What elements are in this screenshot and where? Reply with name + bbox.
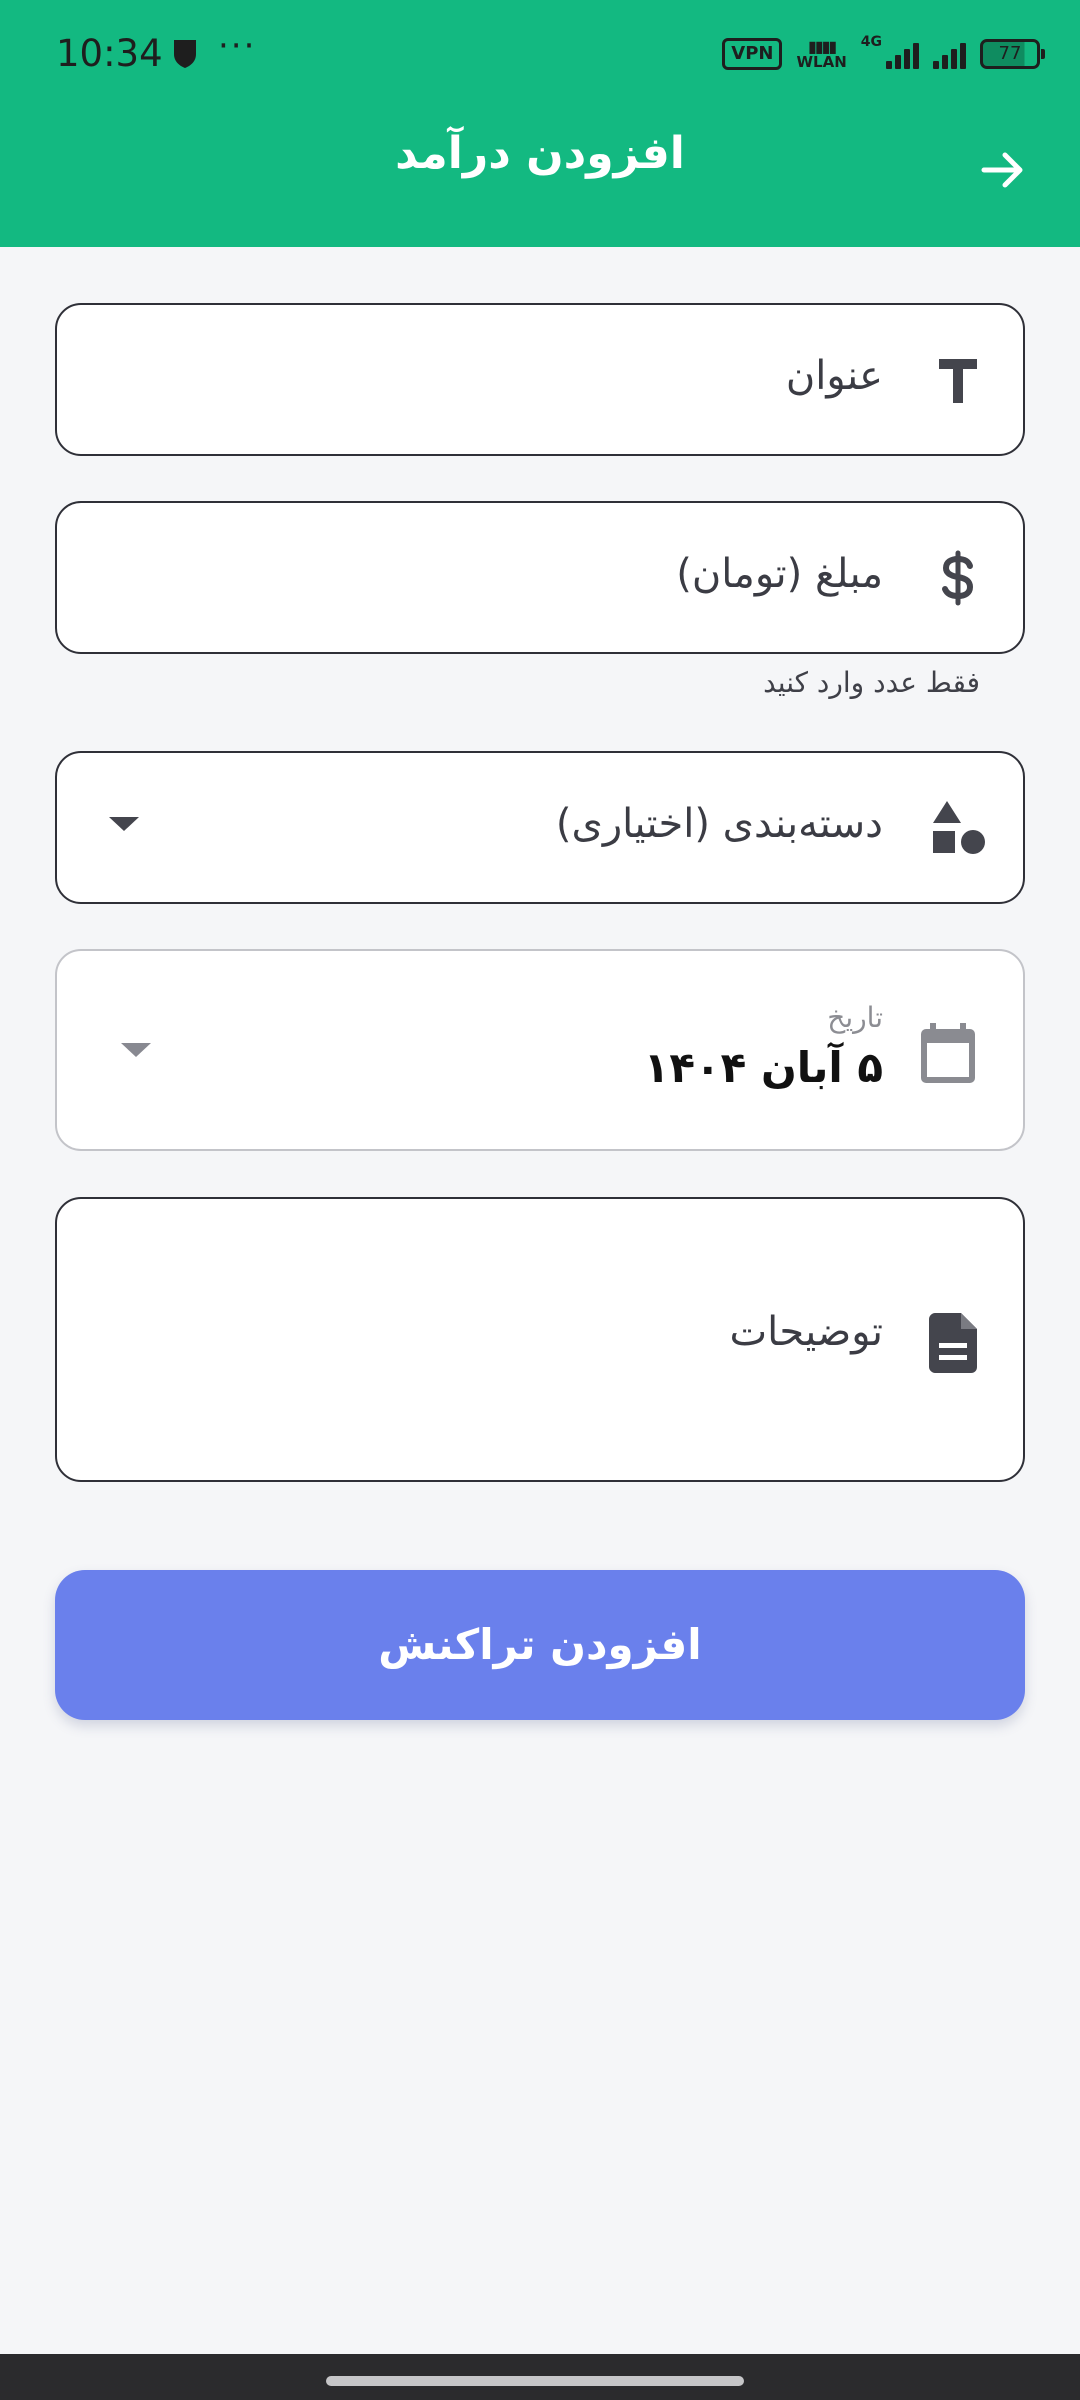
notes-input-label: توضیحات (729, 1309, 884, 1355)
title-input-label: عنوان (785, 353, 883, 399)
text-icon (939, 359, 977, 403)
vpn-icon: VPN (722, 38, 783, 70)
date-value: ۵ آبان ۱۴۰۴ (643, 1043, 883, 1092)
category-dropdown-label: دسته‌بندی (اختیاری) (555, 801, 883, 847)
calendar-icon (921, 1023, 975, 1083)
dollar-icon (942, 550, 974, 606)
status-bar: 10:34 ··· VPN ▮▮▮▮ WLAN 4G 77 (0, 0, 1080, 108)
signal-1-icon (886, 39, 919, 69)
wlan-icon: ▮▮▮▮ WLAN (796, 36, 847, 71)
add-transaction-button[interactable]: افزودن تراکنش (55, 1570, 1025, 1720)
date-caption: تاریخ (827, 1001, 883, 1034)
category-dropdown[interactable]: دسته‌بندی (اختیاری) (55, 751, 1025, 904)
network-type: 4G (860, 34, 882, 50)
amount-input[interactable]: مبلغ (تومان) (55, 501, 1025, 654)
status-indicators: VPN ▮▮▮▮ WLAN 4G 77 (722, 34, 1045, 74)
shield-icon (174, 40, 196, 68)
shapes-icon (933, 801, 985, 854)
home-gesture-handle[interactable] (326, 2376, 744, 2386)
status-time: 10:34 (56, 32, 163, 75)
chevron-down-icon (109, 817, 139, 831)
title-input[interactable]: عنوان (55, 303, 1025, 456)
battery-icon: 77 (980, 39, 1045, 69)
amount-helper-text: فقط عدد وارد کنید (763, 666, 980, 699)
signal-2-icon (933, 39, 966, 69)
arrow-right-icon[interactable] (976, 143, 1030, 197)
chevron-down-icon (121, 1043, 151, 1057)
amount-input-label: مبلغ (تومان) (676, 551, 883, 597)
system-nav-bar (0, 2354, 1080, 2400)
page-title: افزودن درآمد (395, 128, 685, 179)
date-picker[interactable]: تاریخ ۵ آبان ۱۴۰۴ (55, 949, 1025, 1151)
document-icon (929, 1313, 977, 1373)
more-notifications-icon: ··· (218, 26, 257, 66)
app-header: 10:34 ··· VPN ▮▮▮▮ WLAN 4G 77 افزودن درآ… (0, 0, 1080, 247)
notes-input[interactable]: توضیحات (55, 1197, 1025, 1482)
